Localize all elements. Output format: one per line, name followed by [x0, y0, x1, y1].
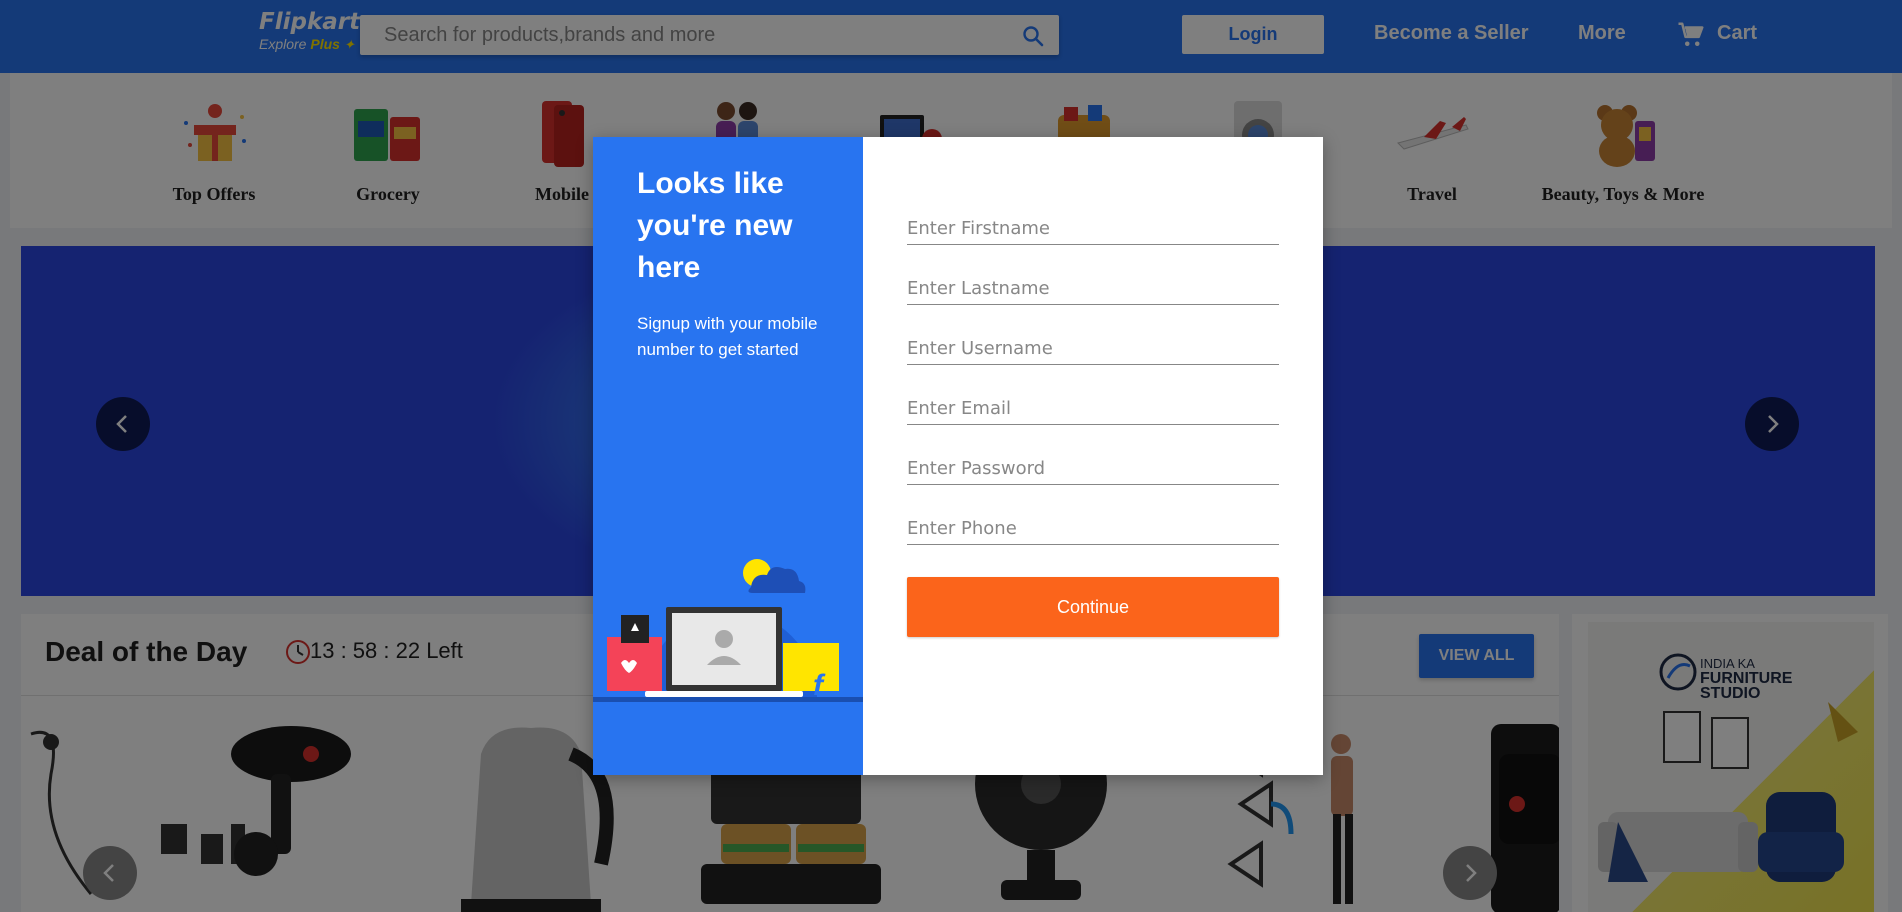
- email-field[interactable]: [907, 385, 1279, 425]
- signup-illustration: f: [593, 559, 863, 702]
- password-field[interactable]: [907, 445, 1279, 485]
- signup-modal: Looks like you're new here Signup with y…: [593, 137, 1323, 775]
- phone-field[interactable]: [907, 505, 1279, 545]
- signup-form: Continue: [863, 137, 1323, 775]
- continue-button[interactable]: Continue: [907, 577, 1279, 637]
- firstname-field[interactable]: [907, 205, 1279, 245]
- username-field[interactable]: [907, 325, 1279, 365]
- signup-info-panel: Looks like you're new here Signup with y…: [593, 137, 863, 775]
- signup-subtitle: Signup with your mobile number to get st…: [637, 314, 818, 359]
- lastname-field[interactable]: [907, 265, 1279, 305]
- signup-title: Looks like you're new here: [637, 167, 793, 284]
